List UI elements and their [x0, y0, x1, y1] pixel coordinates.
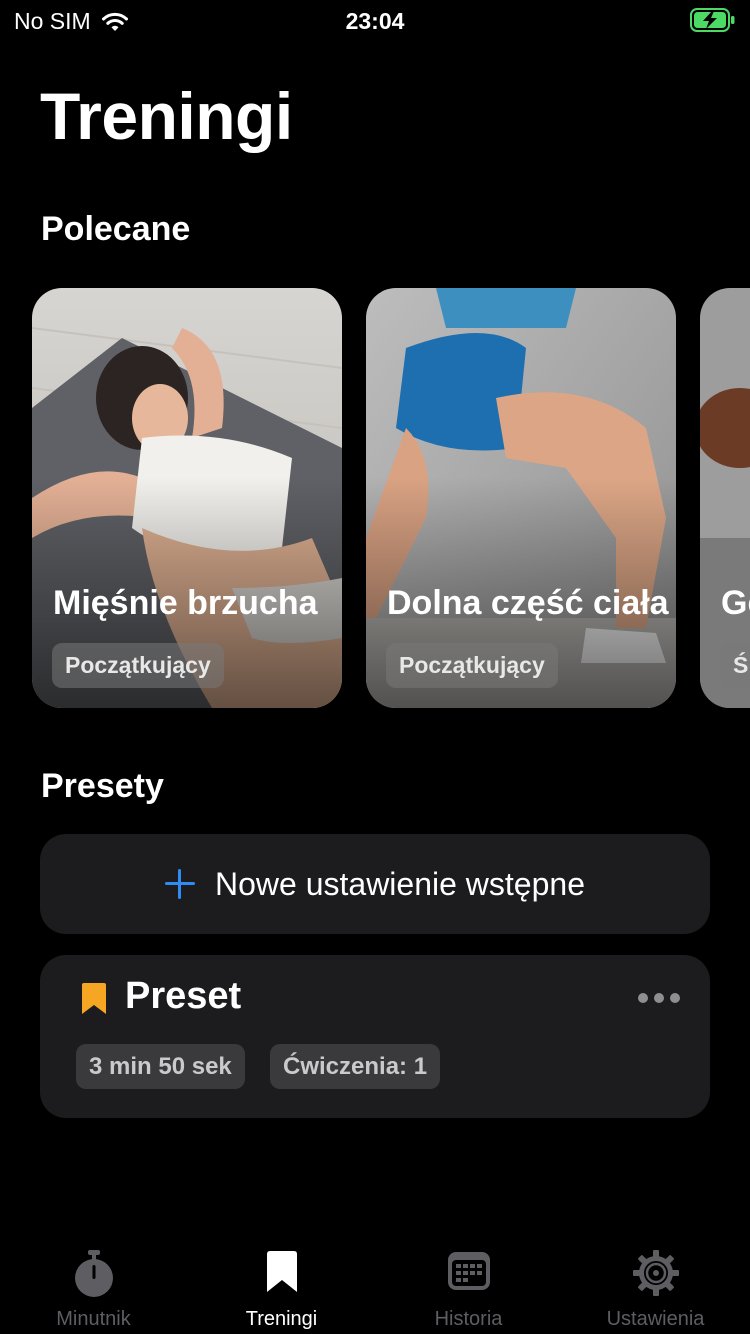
preset-card[interactable]: Preset 3 min 50 sek Ćwiczenia: 1	[40, 955, 710, 1118]
page-title: Treningi	[40, 79, 293, 153]
tab-label: Minutnik	[56, 1308, 131, 1330]
presets-section-title: Presety	[41, 767, 164, 805]
workout-card-partial[interactable]: Ge Ś	[700, 288, 750, 708]
tab-bar: Minutnik Treningi Historia Ustawienia	[0, 1240, 750, 1334]
plus-icon	[165, 869, 195, 899]
workout-card-title: Dolna część ciała	[387, 584, 669, 622]
status-time: 23:04	[345, 8, 405, 34]
workout-card-title: Ge	[721, 584, 750, 622]
bookmark-icon	[266, 1251, 297, 1292]
preset-name: Preset	[125, 975, 242, 1017]
tab-historia[interactable]: Historia	[375, 1240, 562, 1334]
status-bar: No SIM 23:04	[0, 0, 750, 40]
workout-card-abs[interactable]: Mięśnie brzucha Początkujący	[32, 288, 342, 708]
more-options-icon[interactable]	[638, 993, 680, 1003]
tab-minutnik[interactable]: Minutnik	[0, 1240, 187, 1334]
workout-card-title: Mięśnie brzucha	[53, 584, 318, 622]
tab-label: Treningi	[245, 1308, 318, 1330]
recommended-carousel[interactable]: Mięśnie brzucha Początkujący Dolna część…	[0, 288, 750, 708]
preset-duration-badge: 3 min 50 sek	[76, 1044, 245, 1089]
tab-label: Historia	[434, 1308, 503, 1330]
gear-icon	[632, 1250, 679, 1296]
tab-label: Ustawienia	[606, 1308, 705, 1330]
preset-exercises-badge: Ćwiczenia: 1	[270, 1044, 441, 1089]
battery-indicator	[690, 8, 736, 37]
workout-level-badge: Początkujący	[52, 643, 224, 688]
calendar-icon	[447, 1252, 490, 1290]
workout-card-lower-body[interactable]: Dolna część ciała Początkujący	[366, 288, 676, 708]
workout-level-badge: Ś	[720, 643, 750, 688]
recommended-section-title: Polecane	[41, 210, 191, 248]
battery-charging-icon	[690, 8, 735, 32]
workout-level-badge: Początkujący	[386, 643, 558, 688]
tab-treningi[interactable]: Treningi	[188, 1240, 375, 1334]
tab-ustawienia[interactable]: Ustawienia	[562, 1240, 749, 1334]
bookmark-icon	[82, 983, 106, 1014]
stopwatch-icon	[74, 1250, 113, 1297]
new-preset-button[interactable]: Nowe ustawienie wstępne	[40, 834, 710, 934]
new-preset-label: Nowe ustawienie wstępne	[215, 865, 585, 902]
